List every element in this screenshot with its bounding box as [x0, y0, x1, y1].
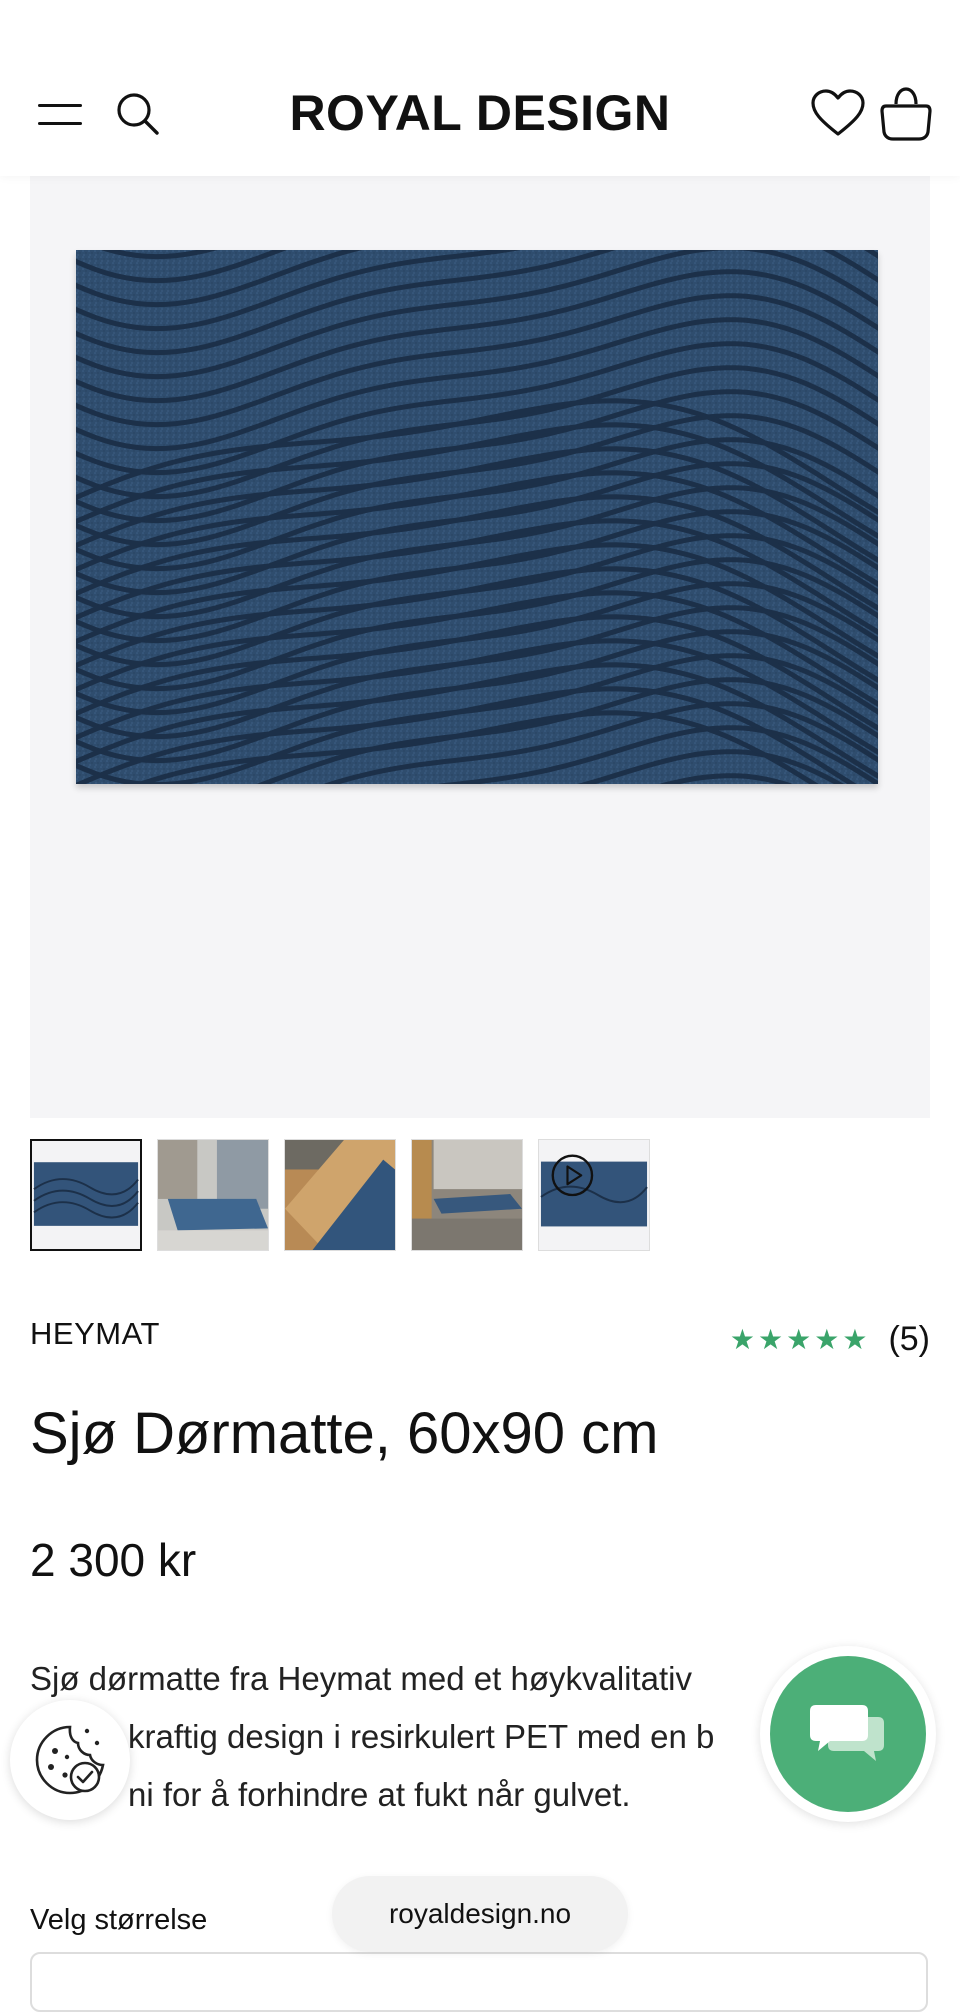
chat-icon	[810, 1705, 884, 1761]
thumbnail-mat-doorway[interactable]	[157, 1139, 269, 1251]
thumbnail-mat-top[interactable]	[30, 1139, 142, 1251]
cookie-icon	[35, 1725, 105, 1795]
size-select[interactable]	[30, 1952, 928, 2012]
description-line: ni for å forhindre at fukt når gulvet.	[128, 1776, 631, 1813]
description-line: Sjø dørmatte fra Heymat med et høykvalit…	[30, 1660, 693, 1697]
product-title: Sjø Dørmatte, 60x90 cm	[30, 1401, 659, 1466]
product-brand[interactable]: HEYMAT	[30, 1316, 160, 1352]
thumbnail-mat-wood-floor[interactable]	[284, 1139, 396, 1251]
doormat-image	[76, 250, 878, 784]
size-label: Velg størrelse	[30, 1904, 208, 1936]
heart-icon[interactable]	[810, 88, 866, 138]
thumbnail-video[interactable]	[538, 1139, 650, 1251]
product-description: Sjø dørmatte fra Heymat med et høykvalit…	[30, 1650, 820, 1824]
chat-button-inner	[770, 1656, 926, 1812]
cookie-settings-button[interactable]	[10, 1700, 130, 1820]
site-header: ROYAL DESIGN	[0, 0, 960, 176]
chat-button[interactable]	[760, 1646, 936, 1822]
review-count: (5)	[888, 1320, 930, 1358]
description-line: kraftig design i resirkulert PET med en …	[128, 1718, 715, 1755]
browser-url-bar[interactable]: royaldesign.no	[332, 1876, 628, 1952]
product-main-image[interactable]	[30, 176, 930, 1118]
product-price: 2 300 kr	[30, 1534, 197, 1586]
rating-stars: ★★★★★	[729, 1324, 871, 1355]
thumbnail-mat-entrance[interactable]	[411, 1139, 523, 1251]
bag-icon[interactable]	[880, 86, 932, 142]
product-rating[interactable]: ★★★★★ (5)	[730, 1320, 930, 1359]
